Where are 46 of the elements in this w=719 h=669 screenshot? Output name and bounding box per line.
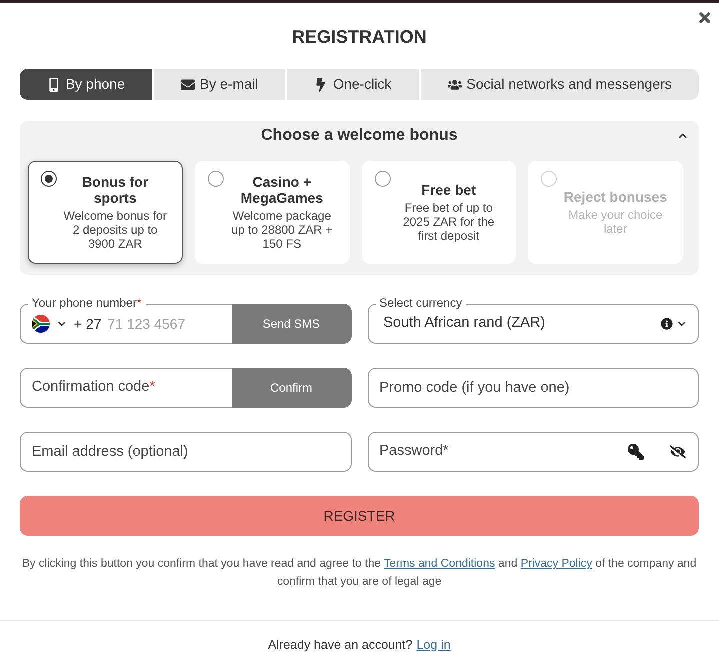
users-icon [448, 78, 462, 92]
bonus-description: Welcome bonus for 2 deposits up to 3900 ZAR [62, 209, 168, 251]
close-icon[interactable] [697, 10, 713, 26]
bonus-title: Free bet [422, 182, 476, 198]
login-link[interactable]: Log in [416, 636, 451, 654]
email-field[interactable]: Email address (optional) [20, 432, 352, 472]
tab[interactable]: Social networks and messengers [420, 69, 699, 100]
promo-code-field[interactable]: Promo code (if you have one) [368, 368, 699, 408]
field-label: Select currency [376, 296, 466, 310]
country-code: + 27 [74, 314, 102, 334]
mobile-phone-icon [46, 78, 61, 92]
tab[interactable]: By e-mail [154, 69, 286, 100]
flag-icon [32, 315, 50, 333]
radio-icon[interactable] [208, 171, 224, 187]
terms-link[interactable]: Privacy Policy [520, 558, 592, 570]
envelope-icon [181, 78, 196, 92]
bonus-title: Bonus for sports [81, 174, 150, 206]
lightning-icon [314, 78, 328, 92]
password-field[interactable]: Password* [368, 432, 699, 472]
bonus-description: Welcome package up to 28800 ZAR + 150 FS [230, 209, 334, 251]
bonus-option[interactable]: Bonus for sports Welcome bonus for 2 deposits up to 3900 ZAR [28, 161, 183, 264]
bonus-description: Make your choice later [568, 208, 664, 236]
confirmation-code-field[interactable]: Confirmation code* [20, 368, 232, 408]
send-sms-button[interactable]: Send SMS [232, 304, 352, 344]
key-icon[interactable] [628, 444, 644, 460]
bonus-option[interactable]: Casino + MegaGames Welcome package up to 28800 ZAR + 150 FS [194, 161, 350, 264]
agreement-text: By clicking this button you confirm that you have read and agree to the Terms and Conditions and Privacy Policy of the company and confirm that you are of legal age [21, 557, 698, 590]
bonus-option[interactable]: Free bet Free bet of up to 2025 ZAR for the first deposit [362, 161, 516, 264]
account-prompt: Already have an account? [268, 636, 413, 654]
phone-number-input[interactable]: 71 123 4567 [108, 314, 218, 334]
radio-icon[interactable] [41, 171, 57, 187]
confirm-button[interactable]: Confirm [232, 368, 352, 408]
field-label: Your phone number* [28, 296, 146, 310]
dialog-title: REGISTRATION [292, 26, 427, 49]
bonus-heading: Choose a welcome bonus [261, 126, 458, 146]
terms-link[interactable]: Terms and Conditions [384, 558, 496, 570]
register-button[interactable]: REGISTER [20, 496, 699, 536]
eye-slash-icon[interactable] [670, 444, 686, 460]
password-input[interactable]: Password* [380, 441, 628, 463]
bonus-title: Reject bonuses [564, 189, 668, 205]
info-icon[interactable] [661, 318, 673, 330]
tab[interactable]: By phone [20, 69, 152, 100]
radio-icon[interactable] [374, 171, 390, 187]
bonus-description: Free bet of up to 2025 ZAR for the first deposit [402, 201, 496, 243]
bonus-title: Casino + MegaGames [240, 174, 324, 206]
tab[interactable]: One-click [287, 69, 419, 100]
